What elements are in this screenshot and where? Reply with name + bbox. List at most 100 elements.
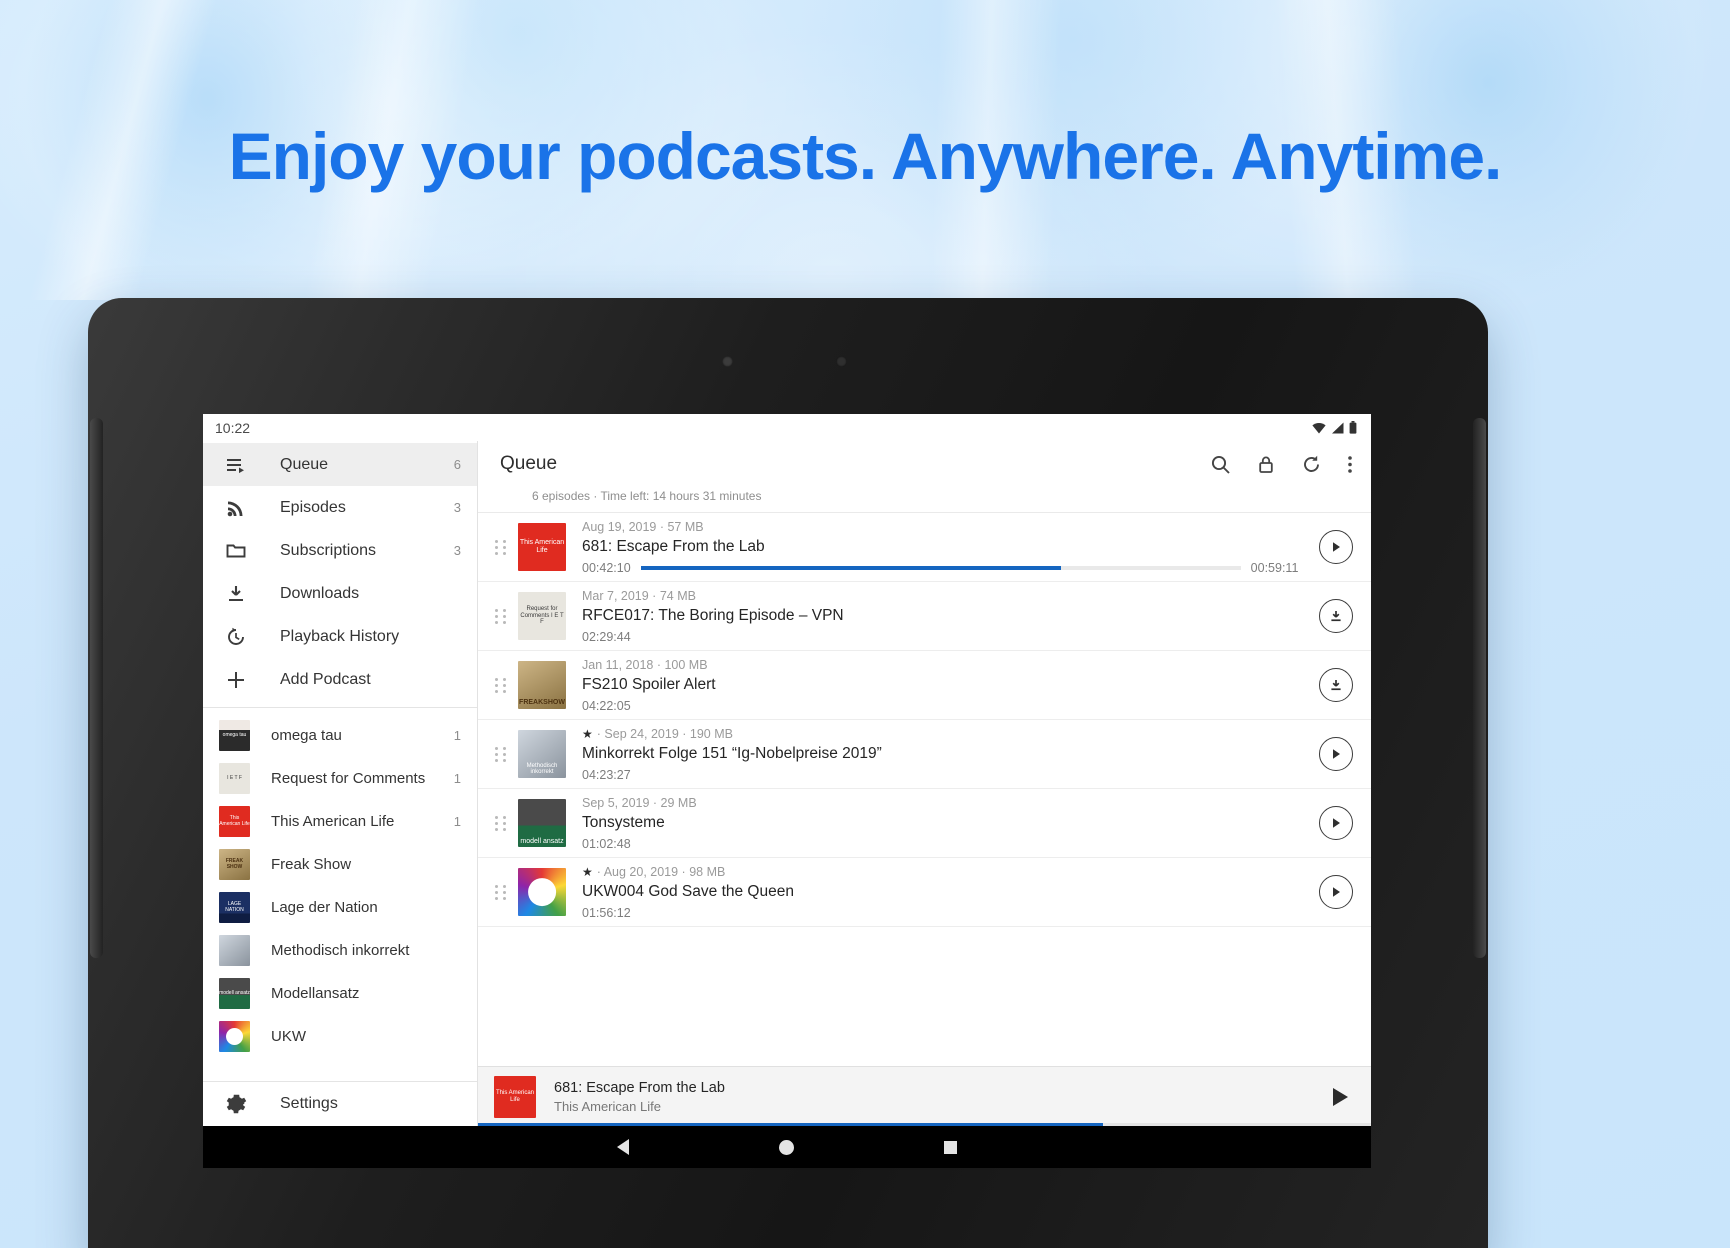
play-icon[interactable] bbox=[1319, 737, 1353, 771]
play-icon[interactable] bbox=[1319, 530, 1353, 564]
podcast-label: Lage der Nation bbox=[271, 899, 461, 916]
signal-icon bbox=[1331, 422, 1344, 434]
player-podcast-name: This American Life bbox=[554, 1099, 1329, 1114]
episode-progress-row: 01:02:48 bbox=[582, 837, 1305, 851]
refresh-icon[interactable] bbox=[1301, 454, 1322, 475]
play-icon[interactable] bbox=[1329, 1085, 1351, 1109]
episode-progress-row: 00:42:10 00:59:11 bbox=[582, 561, 1305, 575]
sidebar-item-label: Episodes bbox=[280, 499, 454, 517]
download-icon[interactable] bbox=[1319, 668, 1353, 702]
sensor-icon bbox=[836, 356, 847, 367]
episode-title: 681: Escape From the Lab bbox=[582, 538, 1305, 556]
page-title: Queue bbox=[500, 453, 1210, 475]
sidebar-item-episodes[interactable]: Episodes 3 bbox=[203, 486, 477, 529]
sidebar-item-downloads[interactable]: Downloads bbox=[203, 572, 477, 615]
episode-meta: Mar 7, 2019 · 74 MB bbox=[582, 589, 1305, 603]
drag-handle-icon[interactable] bbox=[492, 540, 510, 555]
download-icon bbox=[224, 582, 248, 606]
app-container: Queue 6 Episodes 3 Subsc bbox=[203, 441, 1371, 1126]
wifi-icon bbox=[1312, 422, 1326, 434]
episode-progress-row: 02:29:44 bbox=[582, 630, 1305, 644]
sidebar-item-playback-history[interactable]: Playback History bbox=[203, 615, 477, 658]
episode-artwork: Request for Comments I E T F bbox=[518, 592, 566, 640]
play-icon[interactable] bbox=[1319, 875, 1353, 909]
home-icon[interactable] bbox=[779, 1140, 794, 1155]
list-item[interactable]: This American Life This American Life 1 bbox=[203, 800, 477, 843]
player-info: 681: Escape From the Lab This American L… bbox=[554, 1080, 1329, 1114]
queue-icon bbox=[224, 453, 248, 477]
app-toolbar: Queue bbox=[478, 441, 1371, 487]
subscribed-podcast-list: omega tau omega tau 1 I E T F Request fo… bbox=[203, 714, 477, 1081]
sidebar-item-settings[interactable]: Settings bbox=[203, 1081, 477, 1126]
episode-meta: Aug 19, 2019 · 57 MB bbox=[582, 520, 1305, 534]
list-item[interactable]: Methodisch inkorrekt bbox=[203, 929, 477, 972]
podcast-label: This American Life bbox=[271, 813, 454, 830]
star-icon: ★ bbox=[582, 865, 593, 879]
table-row[interactable]: Request for Comments I E T F Mar 7, 2019… bbox=[478, 582, 1371, 651]
play-icon[interactable] bbox=[1319, 806, 1353, 840]
episode-title: UKW004 God Save the Queen bbox=[582, 883, 1305, 901]
table-row[interactable]: modell ansatz Sep 5, 2019 · 29 MB Tonsys… bbox=[478, 789, 1371, 858]
search-icon[interactable] bbox=[1210, 454, 1231, 475]
sidebar-item-count: 3 bbox=[454, 500, 461, 515]
tablet-device: 10:22 bbox=[88, 298, 1488, 1248]
episode-artwork bbox=[518, 868, 566, 916]
drag-handle-icon[interactable] bbox=[492, 609, 510, 624]
list-item[interactable]: I E T F Request for Comments 1 bbox=[203, 757, 477, 800]
episode-meta: ★ · Aug 20, 2019 · 98 MB bbox=[582, 865, 1305, 879]
list-item[interactable]: FREAK SHOW Freak Show bbox=[203, 843, 477, 886]
episode-info: Mar 7, 2019 · 74 MB RFCE017: The Boring … bbox=[582, 589, 1305, 644]
episode-progress-bar[interactable] bbox=[641, 566, 1241, 570]
episode-progress-row: 01:56:12 bbox=[582, 906, 1305, 920]
device-screen: 10:22 bbox=[203, 414, 1371, 1126]
player-artwork: This American Life bbox=[494, 1076, 536, 1118]
table-row[interactable]: This American Life Aug 19, 2019 · 57 MB … bbox=[478, 513, 1371, 582]
episode-info: Jan 11, 2018 · 100 MB FS210 Spoiler Aler… bbox=[582, 658, 1305, 713]
episode-list: This American Life Aug 19, 2019 · 57 MB … bbox=[478, 513, 1371, 1066]
episode-meta: Jan 11, 2018 · 100 MB bbox=[582, 658, 1305, 672]
episode-title: FS210 Spoiler Alert bbox=[582, 676, 1305, 694]
sidebar-item-count: 6 bbox=[454, 457, 461, 472]
sidebar-item-label: Settings bbox=[280, 1095, 461, 1113]
sidebar-item-queue[interactable]: Queue 6 bbox=[203, 443, 477, 486]
sidebar-item-label: Queue bbox=[280, 456, 454, 474]
android-navigation-bar bbox=[203, 1126, 1371, 1168]
folder-icon bbox=[224, 539, 248, 563]
podcast-count: 1 bbox=[454, 728, 461, 743]
episode-meta: ★ · Sep 24, 2019 · 190 MB bbox=[582, 727, 1305, 741]
episode-title: RFCE017: The Boring Episode – VPN bbox=[582, 607, 1305, 625]
podcast-count: 1 bbox=[454, 814, 461, 829]
mini-player[interactable]: This American Life 681: Escape From the … bbox=[478, 1066, 1371, 1126]
list-item[interactable]: LAGE NATION Lage der Nation bbox=[203, 886, 477, 929]
episode-position: 01:02:48 bbox=[582, 837, 631, 851]
recents-icon[interactable] bbox=[944, 1141, 957, 1154]
list-item[interactable]: modell ansatz Modellansatz bbox=[203, 972, 477, 1015]
podcast-label: omega tau bbox=[271, 727, 454, 744]
episode-position: 04:22:05 bbox=[582, 699, 631, 713]
sidebar-item-subscriptions[interactable]: Subscriptions 3 bbox=[203, 529, 477, 572]
status-icon-group bbox=[1312, 421, 1357, 434]
list-item[interactable]: omega tau omega tau 1 bbox=[203, 714, 477, 757]
drag-handle-icon[interactable] bbox=[492, 816, 510, 831]
table-row[interactable]: ★ · Aug 20, 2019 · 98 MB UKW004 God Save… bbox=[478, 858, 1371, 927]
download-icon[interactable] bbox=[1319, 599, 1353, 633]
drag-handle-icon[interactable] bbox=[492, 678, 510, 693]
main-content: Queue bbox=[478, 441, 1371, 1126]
episode-artwork: Methodisch inkorrekt bbox=[518, 730, 566, 778]
nav-group-primary: Queue 6 Episodes 3 Subsc bbox=[203, 441, 477, 701]
table-row[interactable]: FREAKSHOW Jan 11, 2018 · 100 MB FS210 Sp… bbox=[478, 651, 1371, 720]
podcast-artwork: This American Life bbox=[219, 806, 250, 837]
list-item[interactable]: UKW bbox=[203, 1015, 477, 1058]
drag-handle-icon[interactable] bbox=[492, 747, 510, 762]
table-row[interactable]: Methodisch inkorrekt ★ · Sep 24, 2019 · … bbox=[478, 720, 1371, 789]
podcast-count: 1 bbox=[454, 771, 461, 786]
back-icon[interactable] bbox=[617, 1139, 629, 1155]
podcast-artwork bbox=[219, 935, 250, 966]
podcast-artwork: modell ansatz bbox=[219, 978, 250, 1009]
lock-icon[interactable] bbox=[1256, 454, 1276, 475]
overflow-menu-icon[interactable] bbox=[1347, 454, 1353, 475]
sidebar-item-add-podcast[interactable]: Add Podcast bbox=[203, 658, 477, 701]
episode-title: Tonsysteme bbox=[582, 814, 1305, 832]
episode-meta-text: · Sep 24, 2019 · 190 MB bbox=[597, 727, 733, 741]
drag-handle-icon[interactable] bbox=[492, 885, 510, 900]
